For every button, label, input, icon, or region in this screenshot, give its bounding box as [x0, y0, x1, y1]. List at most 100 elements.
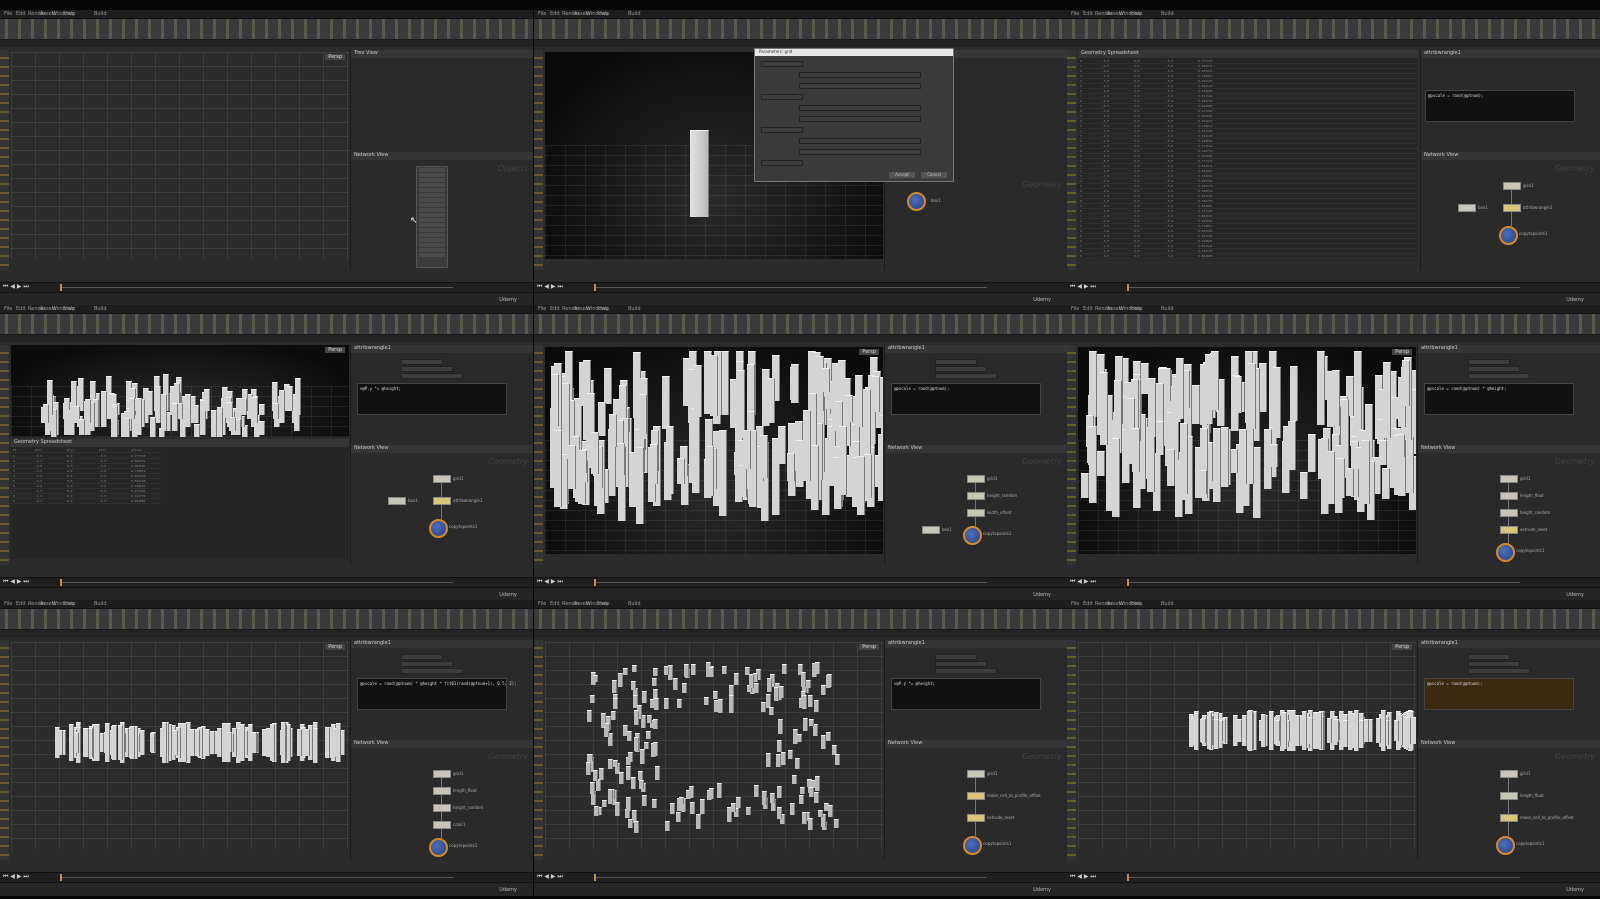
network-node[interactable]	[967, 492, 985, 500]
pane-tab-row[interactable]	[534, 335, 1067, 342]
playback-controls[interactable]: ⏮ ◀ ▶ ⏭	[537, 578, 563, 586]
parameter-field[interactable]	[401, 654, 443, 660]
dialog-field[interactable]	[761, 61, 803, 67]
timeline[interactable]	[0, 282, 533, 292]
tab-menu-item[interactable]	[419, 233, 445, 237]
viewport-tool-strip[interactable]	[0, 50, 9, 270]
vex-snippet-editor[interactable]: @pscale = rand(@ptnum);	[1425, 90, 1575, 122]
parameter-field[interactable]	[935, 661, 987, 667]
menu-item[interactable]: File	[1071, 11, 1079, 17]
menu-item[interactable]: File	[538, 601, 546, 607]
parameter-field[interactable]	[401, 373, 463, 379]
camera-menu[interactable]: Persp	[1392, 644, 1412, 650]
viewport-tool-strip[interactable]	[1067, 50, 1076, 270]
network-node[interactable]	[433, 770, 451, 778]
dialog-field[interactable]	[799, 105, 921, 111]
current-frame-marker[interactable]	[60, 284, 62, 291]
viewport-tool-strip[interactable]	[0, 640, 9, 860]
network-pane[interactable]: Network View Geometry grid1 height_random wi…	[884, 445, 1067, 565]
geometry-spreadsheet[interactable]: Geometry Spreadsheet 0 -5.0 0.0 -5.0 0.177343…	[1078, 50, 1418, 260]
parameter-field[interactable]	[1468, 654, 1510, 660]
vex-snippet-editor[interactable]: v@P.y *= @height;	[891, 678, 1041, 710]
current-frame-marker[interactable]	[60, 874, 62, 881]
pane-tab-row[interactable]	[534, 40, 1067, 47]
parameter-pane[interactable]: attribwrangle1 v@P.y *= @height;	[350, 345, 533, 443]
scene-viewport[interactable]: Persp	[11, 642, 349, 849]
network-node[interactable]	[1503, 182, 1521, 190]
tab-menu-item[interactable]	[419, 188, 445, 192]
parameter-pane[interactable]: attribwrangle1 v@P.y *= @height;	[884, 640, 1067, 738]
menu-item[interactable]: File	[4, 306, 12, 312]
parameter-field[interactable]	[401, 366, 453, 372]
network-node[interactable]	[1500, 792, 1518, 800]
menu-item[interactable]: Help	[1131, 306, 1142, 312]
dialog-field[interactable]	[799, 149, 921, 155]
current-frame-marker[interactable]	[1127, 579, 1129, 586]
parameter-pane-tab[interactable]: attribwrangle1	[351, 345, 533, 353]
parameter-pane[interactable]: attribwrangle1 @pscale = rand(@ptnum);	[884, 345, 1067, 443]
menu-item[interactable]: File	[1071, 601, 1079, 607]
camera-menu[interactable]: Persp	[325, 644, 345, 650]
timeline[interactable]	[534, 282, 1067, 292]
menu-item[interactable]: File	[4, 601, 12, 607]
output-node[interactable]	[429, 838, 448, 857]
tab-menu-item[interactable]	[419, 183, 445, 187]
scene-viewport[interactable]: Persp	[1078, 347, 1416, 554]
parameter-field[interactable]	[935, 373, 997, 379]
parameter-field[interactable]	[1468, 359, 1510, 365]
network-pane[interactable]: Network View Geometry grid1 length_float hei…	[1417, 445, 1600, 565]
scene-viewport[interactable]: Persp	[11, 52, 349, 259]
menu-item[interactable]: Help	[598, 601, 609, 607]
timeline[interactable]	[1067, 282, 1600, 292]
scene-viewport[interactable]: Persp	[11, 345, 349, 437]
parameter-pane-tab[interactable]: attribwrangle1	[885, 640, 1067, 648]
network-pane-tab[interactable]: Network View	[885, 445, 1067, 453]
playback-controls[interactable]: ⏮ ◀ ▶ ⏭	[537, 873, 563, 881]
scene-viewport[interactable]: Persp	[545, 642, 883, 849]
timeline[interactable]	[0, 577, 533, 587]
network-node[interactable]	[922, 526, 940, 534]
viewport-tool-strip[interactable]	[534, 345, 543, 565]
dialog-field[interactable]	[799, 116, 921, 122]
shelf-toolbar[interactable]	[1067, 19, 1600, 40]
network-node[interactable]	[967, 792, 985, 800]
network-node[interactable]	[388, 497, 406, 505]
tab-menu-item[interactable]	[419, 228, 445, 232]
timeline[interactable]	[1067, 872, 1600, 882]
menu-item[interactable]: File	[4, 11, 12, 17]
network-pane-tab[interactable]: Network View	[351, 445, 533, 453]
pane-tab-row[interactable]	[0, 40, 533, 47]
spreadsheet-tab[interactable]: Geometry Spreadsheet	[1078, 50, 1418, 58]
shelf-toolbar[interactable]	[534, 19, 1067, 40]
dialog-field[interactable]	[799, 138, 921, 144]
network-node[interactable]	[1458, 204, 1476, 212]
desktop-label[interactable]: Build	[628, 601, 641, 607]
menu-item[interactable]: Help	[64, 11, 75, 17]
camera-menu[interactable]: Persp	[859, 644, 879, 650]
shelf-toolbar[interactable]	[1067, 314, 1600, 335]
vex-snippet-editor[interactable]: @pscale = rand(@ptnum);	[1424, 678, 1574, 710]
network-pane[interactable]: Network View Geometry grid1 make_cell_to_pr…	[884, 740, 1067, 860]
geometry-spreadsheet[interactable]: Geometry Spreadsheet Pt P[x] P[y] P[z] pscale…	[11, 439, 349, 559]
parameter-pane[interactable]: attribwrangle1 @pscale = rand(@ptnum);	[1420, 50, 1600, 150]
current-frame-marker[interactable]	[1127, 284, 1129, 291]
tab-menu-item[interactable]	[419, 253, 445, 257]
parameter-field[interactable]	[401, 668, 463, 674]
network-node[interactable]	[1500, 492, 1518, 500]
parameter-field[interactable]	[1468, 661, 1520, 667]
tab-menu-popup[interactable]	[416, 166, 448, 268]
shelf-toolbar[interactable]	[1067, 609, 1600, 630]
network-pane-tab[interactable]: Network View	[1418, 445, 1600, 453]
parameter-dialog[interactable]: Parameters: grid Cancel Accept	[754, 48, 954, 182]
network-pane[interactable]: Network View Geometry grid1 length_float hei…	[350, 740, 533, 860]
shelf-toolbar[interactable]	[0, 314, 533, 335]
menu-item[interactable]: Help	[598, 306, 609, 312]
camera-menu[interactable]: Persp	[325, 347, 345, 353]
scene-viewport[interactable]: Persp	[1078, 642, 1416, 849]
vex-snippet-editor[interactable]: v@P.y *= @height;	[357, 383, 507, 415]
parameter-field[interactable]	[1468, 373, 1530, 379]
tab-menu-item[interactable]	[419, 208, 445, 212]
network-node[interactable]	[433, 475, 451, 483]
tab-menu-item[interactable]	[419, 243, 445, 247]
shelf-toolbar[interactable]	[0, 19, 533, 40]
